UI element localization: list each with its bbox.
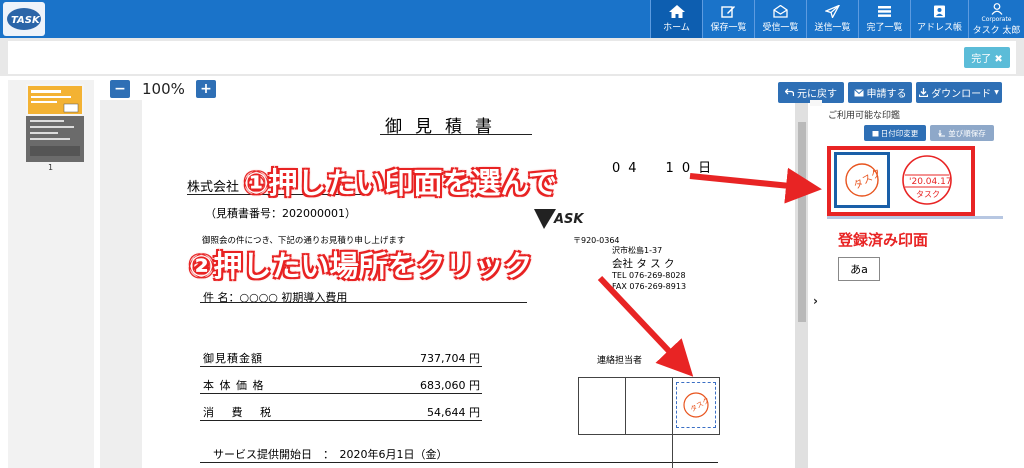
envelope-open-icon [773, 5, 788, 18]
user-icon [991, 2, 1002, 15]
sort-order-save-button[interactable]: 並び順保存 [930, 125, 994, 141]
recipient-company: 株式会社 [187, 180, 240, 195]
sender-tel: TEL 076-269-8028 [612, 271, 686, 280]
service-start-date: サービス提供開始日 ： 2020年6月1日（金） [213, 448, 448, 461]
document-date: 04 10日 [612, 161, 720, 176]
undo-icon [785, 88, 794, 96]
row-divider [200, 393, 482, 394]
svg-text:ASK: ASK [553, 212, 584, 227]
stamp-box-divider [625, 377, 626, 435]
download-icon [919, 88, 929, 97]
nav-saved[interactable]: 保存一覧 [702, 0, 754, 38]
undo-label: 元に戻す [797, 89, 837, 100]
zoom-level: 100% [142, 80, 185, 98]
download-label: ダウンロード [931, 89, 992, 100]
edit-icon [721, 6, 735, 18]
zoom-out-button[interactable]: − [110, 80, 130, 98]
estimate-number: （見積書番号：202000001） [205, 207, 356, 220]
text-stamp-option[interactable]: あa [838, 257, 880, 281]
service-underline [200, 462, 718, 463]
instruction-step-2: ②押したい場所をクリック [189, 249, 533, 283]
contact-person-label: 連絡担当者 [597, 356, 643, 366]
address-book-icon [934, 5, 945, 18]
base-price-label: 本 体 価 格 [203, 379, 265, 392]
logo-text: TASK [11, 15, 41, 26]
zoom-in-button[interactable]: + [196, 80, 216, 98]
chevron-down-icon: ▼ [994, 89, 999, 96]
stamp-panel-title: ご利用可能な印鑑 [828, 111, 901, 121]
subject-underline [200, 302, 527, 303]
sort-order-save-label: 並び順保存 [948, 128, 986, 138]
nav-completed[interactable]: 完了一覧 [858, 0, 910, 38]
total-label: 御見積金額 [203, 352, 263, 365]
sender-company: 会社 タ ス ク [612, 258, 675, 270]
row-divider [200, 420, 482, 421]
date-stamp-name: タスク [916, 190, 940, 199]
user-name: タスク 太郎 [972, 25, 1021, 36]
base-price-value: 683,060 円 [420, 379, 480, 392]
nav-saved-label: 保存一覧 [710, 23, 747, 33]
nav-sent-label: 送信一覧 [814, 23, 851, 33]
request-label: 申請する [866, 89, 907, 100]
thumbnail-panel: 1 [8, 80, 94, 468]
nav-home-label: ホーム [663, 23, 690, 33]
nav-received[interactable]: 受信一覧 [754, 0, 806, 38]
stamp-tray-divider [827, 216, 1003, 219]
page-thumbnail[interactable] [26, 84, 84, 162]
thumbnail-page-number: 1 [48, 163, 54, 172]
total-value: 737,704 円 [420, 352, 480, 365]
sender-logo-icon: ASK [534, 207, 596, 235]
send-icon [825, 5, 840, 18]
registered-stamps-label: 登録済み印面 [838, 231, 929, 249]
top-nav-bar: TASK ホーム 保存一覧 受信一覧 送信一覧 完了一覧 アドレス帳 Corpo… [0, 0, 1024, 38]
sort-icon [938, 129, 946, 136]
instruction-step-1: ①押したい印面を選んで [244, 166, 558, 200]
stamp-box-divider [672, 377, 673, 435]
action-bar [0, 38, 1024, 76]
row-divider [200, 366, 482, 367]
app-logo[interactable]: TASK [3, 2, 45, 36]
chevron-right-icon[interactable]: › [813, 294, 818, 308]
stamp-option-date[interactable]: '20.04.17 タスク [897, 152, 957, 208]
nav-sent[interactable]: 送信一覧 [806, 0, 858, 38]
placed-stamp[interactable]: タスク [676, 382, 716, 428]
mail-icon [853, 88, 864, 96]
download-button[interactable]: ダウンロード ▼ [916, 82, 1002, 103]
nav-home[interactable]: ホーム [650, 0, 702, 38]
stamp-option-name[interactable]: タスク [834, 152, 890, 208]
tax-label: 消 費 税 [203, 406, 272, 419]
user-menu[interactable]: Corporate タスク 太郎 [968, 0, 1024, 38]
placed-stamp-text: タスク [688, 395, 711, 413]
done-button[interactable]: 完了 ✖ [964, 47, 1010, 68]
list-icon [878, 6, 891, 17]
calendar-icon [872, 130, 879, 136]
home-icon [668, 5, 685, 18]
nav-completed-label: 完了一覧 [866, 23, 903, 33]
sender-fax: FAX 076-269-8913 [612, 282, 687, 291]
nav-address-book[interactable]: アドレス帳 [910, 0, 968, 38]
date-stamp-change-label: 日付印変更 [880, 128, 919, 138]
title-underline [380, 134, 532, 135]
sender-address: 沢市松島1-37 [612, 246, 663, 255]
nav-address-book-label: アドレス帳 [916, 23, 962, 33]
stamp-option-name-text: タスク [851, 167, 882, 192]
scrollbar-thumb[interactable] [798, 122, 806, 322]
table-rule [672, 430, 673, 468]
date-stamp-change-button[interactable]: 日付印変更 [864, 125, 926, 141]
request-button[interactable]: 申請する [848, 82, 912, 103]
nav-received-label: 受信一覧 [762, 23, 799, 33]
date-stamp-text: '20.04.17 [909, 177, 952, 187]
tax-value: 54,644 円 [427, 406, 480, 419]
